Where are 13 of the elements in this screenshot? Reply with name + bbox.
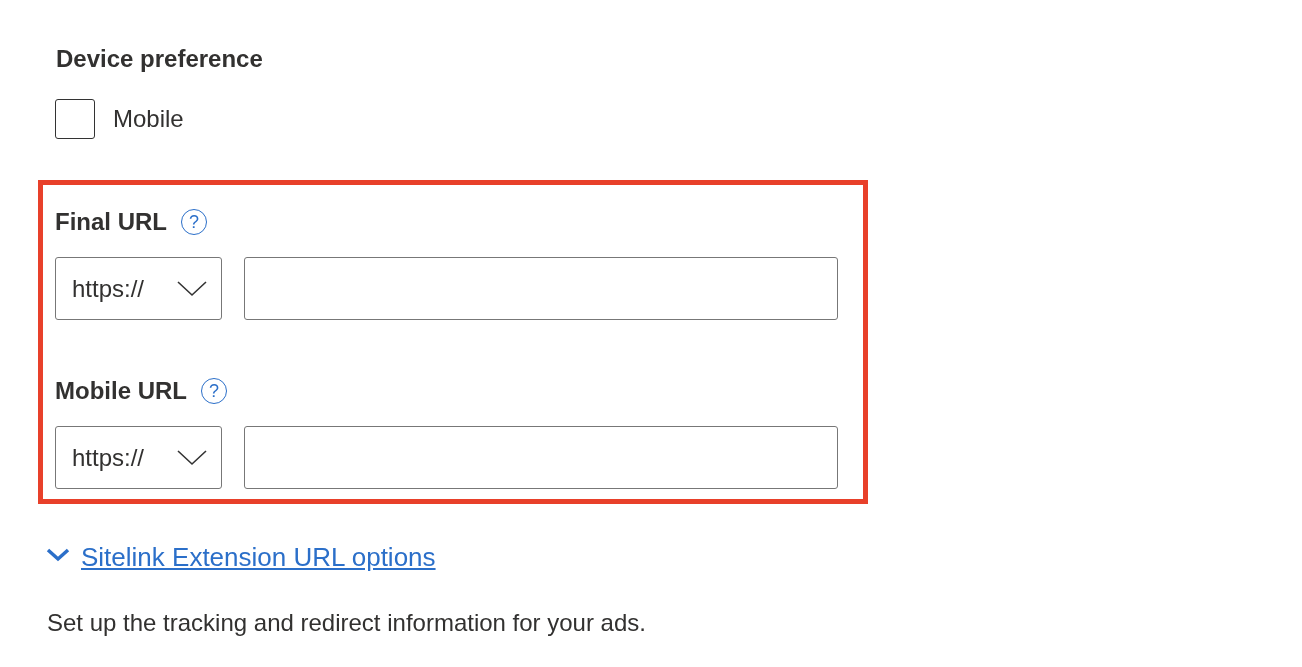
url-options-link[interactable]: Sitelink Extension URL options	[46, 542, 436, 573]
description-text: Set up the tracking and redirect information for your ads.	[47, 609, 647, 637]
protocol-dropdown[interactable]: https://	[55, 257, 222, 320]
checkbox[interactable]	[55, 99, 95, 139]
protocol-dropdown[interactable]: https://	[55, 426, 222, 489]
chevron-down-icon	[177, 280, 207, 297]
chevron-down-icon	[177, 449, 207, 466]
url-input-field[interactable]	[244, 257, 838, 320]
field-label: Final URL	[55, 208, 167, 236]
url-input-field[interactable]	[244, 426, 838, 489]
checkbox-label: Mobile	[113, 105, 184, 133]
field-label: Mobile URL	[55, 377, 187, 405]
section-title: Device preference	[56, 44, 264, 74]
